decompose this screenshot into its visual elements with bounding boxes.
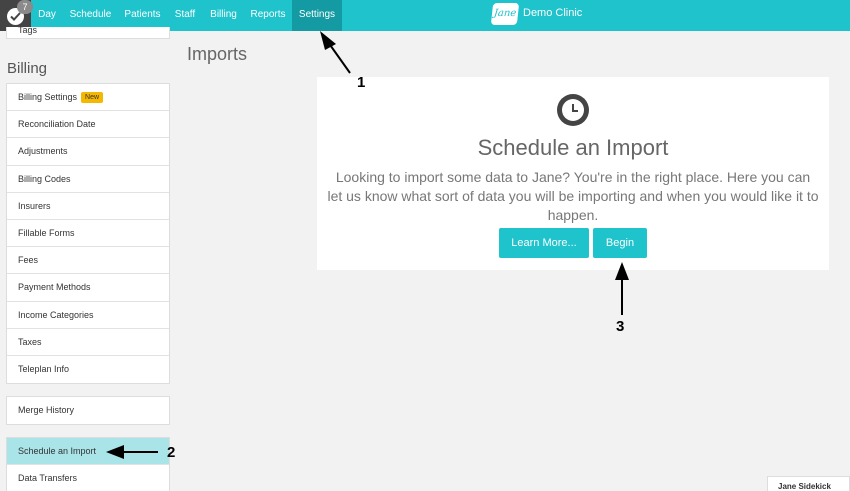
annotation-arrows [106, 31, 629, 459]
annotation-3: 3 [616, 318, 625, 335]
annotation-1: 1 [357, 74, 366, 91]
annotation-2: 2 [167, 444, 176, 461]
